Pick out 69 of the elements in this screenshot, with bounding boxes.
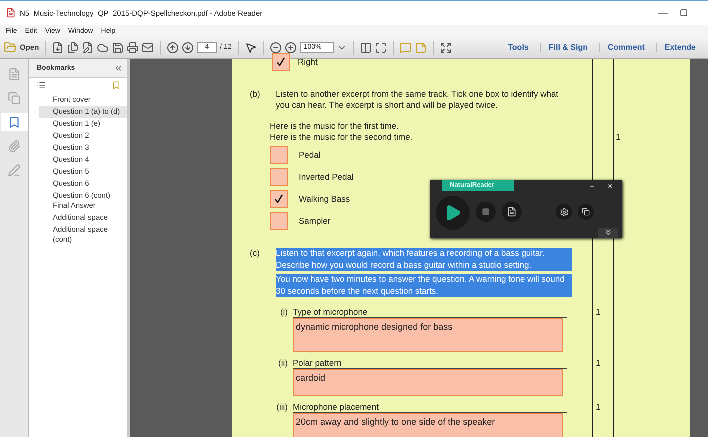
pane-tab[interactable]: Tools bbox=[500, 43, 537, 52]
checkbox[interactable] bbox=[270, 190, 288, 208]
checkmark-icon bbox=[274, 194, 284, 204]
folder-icon bbox=[4, 41, 17, 54]
mail-icon[interactable] bbox=[142, 42, 154, 54]
create-file-icon[interactable] bbox=[52, 42, 64, 54]
minimize-button[interactable]: — bbox=[650, 8, 676, 18]
edit-file-icon[interactable] bbox=[82, 42, 94, 54]
pdf-file-icon bbox=[6, 8, 16, 18]
play-button[interactable] bbox=[436, 196, 470, 230]
minimize-button[interactable]: – bbox=[590, 182, 594, 191]
chevrons-down-icon bbox=[604, 228, 612, 237]
answer-field[interactable]: 20cm away and slightly to one side of the speaker bbox=[293, 413, 563, 437]
maximize-icon[interactable] bbox=[680, 9, 688, 17]
next-page-icon[interactable] bbox=[182, 42, 194, 54]
window-button[interactable] bbox=[578, 204, 594, 220]
marks-value: 1 bbox=[596, 402, 601, 412]
checkbox[interactable] bbox=[272, 53, 290, 71]
option-label: Inverted Pedal bbox=[299, 172, 354, 182]
checkbox[interactable] bbox=[270, 168, 288, 186]
file-icon bbox=[507, 207, 517, 217]
checkbox[interactable] bbox=[270, 146, 288, 164]
scroll-mode-icon[interactable] bbox=[360, 42, 372, 54]
windows-icon bbox=[582, 208, 590, 216]
close-button[interactable]: × bbox=[608, 182, 613, 191]
expand-button[interactable] bbox=[598, 228, 618, 238]
mp3-button[interactable] bbox=[502, 202, 522, 222]
option-label: Pedal bbox=[299, 150, 321, 160]
marks-value: 1 bbox=[596, 307, 601, 317]
part-marker: (b) bbox=[250, 89, 262, 100]
item-number: (i) bbox=[279, 307, 288, 318]
collapse-icon[interactable] bbox=[114, 64, 123, 72]
checkmark-icon bbox=[276, 57, 286, 67]
files-icon[interactable] bbox=[67, 42, 80, 54]
settings-button[interactable] bbox=[556, 204, 572, 220]
part-marker: (c) bbox=[250, 248, 261, 259]
question-text: Listen to another excerpt from the same track. Tick one box to identify what you can hear. The excerpt is short and will be played twice. bbox=[276, 89, 560, 111]
item-number: (iii) bbox=[276, 402, 288, 413]
bookmark-icon[interactable] bbox=[0, 113, 28, 131]
options-icon[interactable] bbox=[37, 80, 46, 90]
cloud-icon[interactable] bbox=[97, 42, 110, 54]
pane-tab[interactable]: Extende bbox=[656, 43, 704, 52]
item-number: (ii) bbox=[278, 358, 288, 369]
instruction-text: Here is the music for the second time. bbox=[270, 132, 413, 143]
stop-icon bbox=[482, 208, 490, 216]
previous-page-icon[interactable] bbox=[167, 42, 180, 54]
stop-button[interactable] bbox=[476, 202, 496, 222]
option-label: Sampler bbox=[299, 216, 331, 226]
question-text: Listen to that excerpt again, which features a recording of a bass guitar. Describe how you would record a bass guitar within a studio setting. bbox=[276, 248, 572, 271]
select-pointer-icon[interactable] bbox=[244, 42, 257, 54]
option-label: Right bbox=[298, 56, 318, 68]
save-icon[interactable] bbox=[112, 42, 124, 54]
settings-icon bbox=[560, 208, 568, 216]
marks-value: 1 bbox=[596, 358, 601, 368]
pane-tab[interactable]: Fill & Sign bbox=[540, 43, 596, 52]
checkbox[interactable] bbox=[270, 212, 288, 230]
answer-field[interactable]: cardoid bbox=[293, 369, 563, 396]
answer-field[interactable]: dynamic microphone designed for bass bbox=[293, 318, 563, 352]
zoom-out-icon[interactable] bbox=[270, 42, 282, 54]
zoom-in-icon[interactable] bbox=[284, 42, 297, 54]
instruction-text: Here is the music for the first time. bbox=[270, 121, 399, 132]
play-icon bbox=[444, 204, 462, 222]
print-icon[interactable] bbox=[127, 42, 140, 54]
fit-page-icon[interactable] bbox=[374, 42, 387, 54]
question-text: You now have two minutes to answer the question. A warning tone will sound 30 seconds before the next question starts. bbox=[276, 274, 572, 297]
marks-value: 1 bbox=[616, 132, 621, 142]
option-label: Walking Bass bbox=[299, 194, 350, 204]
pane-tab[interactable]: Comment bbox=[598, 43, 653, 52]
expand-icon[interactable] bbox=[440, 42, 452, 54]
